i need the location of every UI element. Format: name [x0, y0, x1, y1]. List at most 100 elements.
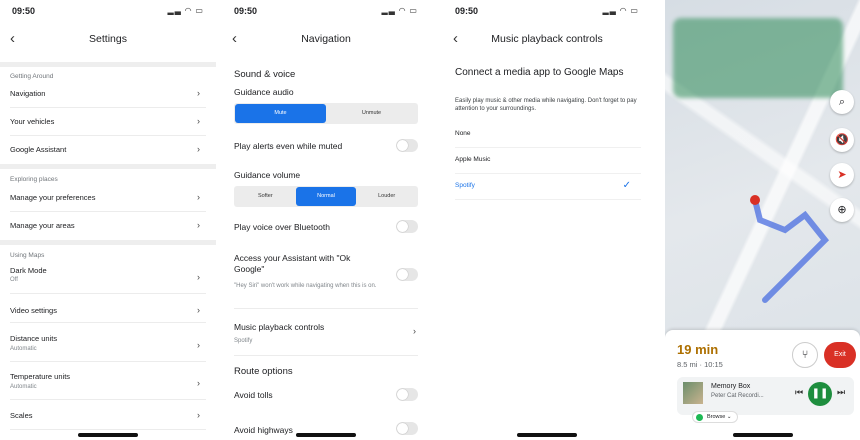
browse-button[interactable]: Browse ⌄	[692, 411, 739, 423]
option-label: Spotify	[455, 182, 475, 189]
status-time: 09:50	[455, 6, 479, 16]
assistant-note: "Hey Siri" won't work while navigating w…	[234, 283, 377, 289]
option-label: Apple Music	[455, 156, 491, 163]
settings-navbar: ‹ Settings	[0, 30, 216, 50]
sound-off-icon[interactable]: 🔇	[830, 128, 854, 152]
bluetooth-toggle[interactable]	[396, 220, 418, 233]
settings-item-dark-mode[interactable]: Dark Mode Off ›	[10, 260, 206, 294]
music-heading: Connect a media app to Google Maps	[455, 67, 624, 78]
item-value: Automatic	[10, 384, 37, 390]
chevron-right-icon: ›	[197, 116, 200, 126]
distance-arrival: 8.5 mi · 10:15	[677, 360, 723, 369]
chevron-right-icon: ›	[197, 88, 200, 98]
mute-option[interactable]: Mute	[235, 104, 326, 123]
status-bar: 09:50 ▂▃ ◠ ▭	[0, 0, 216, 22]
search-icon[interactable]: ⌕	[830, 90, 854, 114]
status-bar: 09:50 ▂▃ ◠ ▭	[443, 0, 651, 22]
section-divider	[0, 164, 216, 169]
check-icon: ✓	[622, 180, 631, 191]
browse-label: Browse	[707, 414, 726, 420]
settings-screen: 09:50 ▂▃ ◠ ▭ ‹ Settings Getting Around N…	[0, 0, 216, 440]
compass-icon[interactable]: ➤	[830, 163, 854, 187]
destination-pin-icon	[750, 195, 760, 205]
eta-time: 19 min	[677, 342, 719, 357]
settings-item-areas[interactable]: Manage your areas ›	[10, 212, 206, 240]
item-label: Google Assistant	[10, 145, 67, 154]
trip-sheet: 19 min 8.5 mi · 10:15 ⑂ Exit Memory Box …	[665, 330, 860, 440]
chevron-right-icon: ›	[197, 144, 200, 154]
route-line	[750, 195, 830, 303]
divider	[234, 308, 418, 309]
avoid-tolls-toggle[interactable]	[396, 388, 418, 401]
guidance-volume-segmented: Softer Normal Louder	[234, 186, 418, 207]
divider	[234, 355, 418, 356]
settings-item-preferences[interactable]: Manage your preferences ›	[10, 184, 206, 212]
settings-item-distance-units[interactable]: Distance units Automatic ›	[10, 326, 206, 362]
next-track-icon[interactable]: ⏭	[837, 387, 845, 398]
system-status-icons: ▂▃ ◠ ▭	[381, 6, 418, 15]
section-header: Using Maps	[10, 252, 45, 259]
settings-item-scales[interactable]: Scales ›	[10, 402, 206, 430]
avoid-highways-label: Avoid highways	[234, 425, 293, 435]
settings-item-navigation[interactable]: Navigation ›	[10, 80, 206, 108]
bluetooth-label: Play voice over Bluetooth	[234, 222, 330, 232]
media-player: Memory Box Peter Cat Recordi... ⏮ ❚❚ ⏭ B…	[677, 377, 854, 423]
navigation-navbar: ‹ Navigation	[222, 30, 430, 50]
settings-item-video[interactable]: Video settings ›	[10, 295, 206, 323]
navigation-screen: 09:50 ▂▃ ◠ ▭ ‹ Navigation Sound & voice …	[222, 0, 430, 440]
play-alerts-toggle[interactable]	[396, 139, 418, 152]
chevron-right-icon: ›	[197, 378, 200, 388]
softer-option[interactable]: Softer	[235, 187, 296, 206]
option-label: None	[455, 130, 471, 137]
item-value: Off	[10, 277, 18, 283]
section-title-sound: Sound & voice	[234, 69, 296, 80]
assistant-toggle[interactable]	[396, 268, 418, 281]
louder-option[interactable]: Louder	[356, 187, 417, 206]
section-header: Getting Around	[10, 73, 54, 80]
system-status-icons: ▂▃ ◠ ▭	[602, 6, 639, 15]
settings-item-vehicles[interactable]: Your vehicles ›	[10, 108, 206, 136]
music-navbar: ‹ Music playback controls	[443, 30, 651, 50]
music-option-apple-music[interactable]: Apple Music	[455, 148, 641, 174]
section-divider	[0, 240, 216, 245]
item-label: Distance units	[10, 334, 58, 343]
music-description: Easily play music & other media while na…	[455, 98, 637, 112]
item-value: Automatic	[10, 346, 37, 352]
settings-item-temperature-units[interactable]: Temperature units Automatic ›	[10, 364, 206, 400]
item-label: Scales	[10, 411, 33, 420]
pause-icon[interactable]: ❚❚	[808, 382, 832, 406]
section-divider	[0, 62, 216, 67]
item-label: Your vehicles	[10, 117, 55, 126]
chevron-right-icon: ›	[197, 305, 200, 315]
assistant-label: Access your Assistant with "Ok Google"	[234, 253, 351, 274]
home-indicator	[517, 433, 577, 437]
home-indicator	[78, 433, 138, 437]
play-alerts-label: Play alerts even while muted	[234, 141, 343, 151]
unmute-option[interactable]: Unmute	[326, 104, 417, 123]
guidance-volume-label: Guidance volume	[234, 170, 301, 180]
music-controls-value: Spotify	[234, 338, 253, 344]
page-title: Settings	[89, 33, 127, 45]
avoid-highways-toggle[interactable]	[396, 422, 418, 435]
guidance-audio-segmented: Mute Unmute	[234, 103, 418, 124]
normal-option[interactable]: Normal	[295, 187, 357, 206]
settings-item-assistant[interactable]: Google Assistant ›	[10, 136, 206, 164]
track-title: Memory Box	[711, 383, 751, 390]
alternate-routes-icon[interactable]: ⑂	[792, 342, 818, 368]
exit-button[interactable]: Exit	[824, 342, 856, 368]
item-label: Manage your areas	[10, 221, 75, 230]
chevron-right-icon: ›	[197, 410, 200, 420]
previous-track-icon[interactable]: ⏮	[795, 387, 803, 398]
guidance-audio-label: Guidance audio	[234, 87, 294, 97]
home-indicator	[296, 433, 356, 437]
chevron-right-icon: ›	[413, 326, 416, 336]
map-navigation-screen: ⌕ 🔇 ➤ ⊕ 19 min 8.5 mi · 10:15 ⑂ Exit Mem…	[665, 0, 860, 440]
item-label: Navigation	[10, 89, 46, 98]
music-option-none[interactable]: None	[455, 122, 641, 148]
item-label: Video settings	[10, 306, 57, 315]
spotify-icon	[696, 414, 703, 421]
chevron-right-icon: ›	[197, 192, 200, 202]
music-option-spotify[interactable]: Spotify ✓	[455, 174, 641, 200]
music-controls-screen: 09:50 ▂▃ ◠ ▭ ‹ Music playback controls C…	[443, 0, 651, 440]
music-controls-label[interactable]: Music playback controls	[234, 322, 324, 332]
